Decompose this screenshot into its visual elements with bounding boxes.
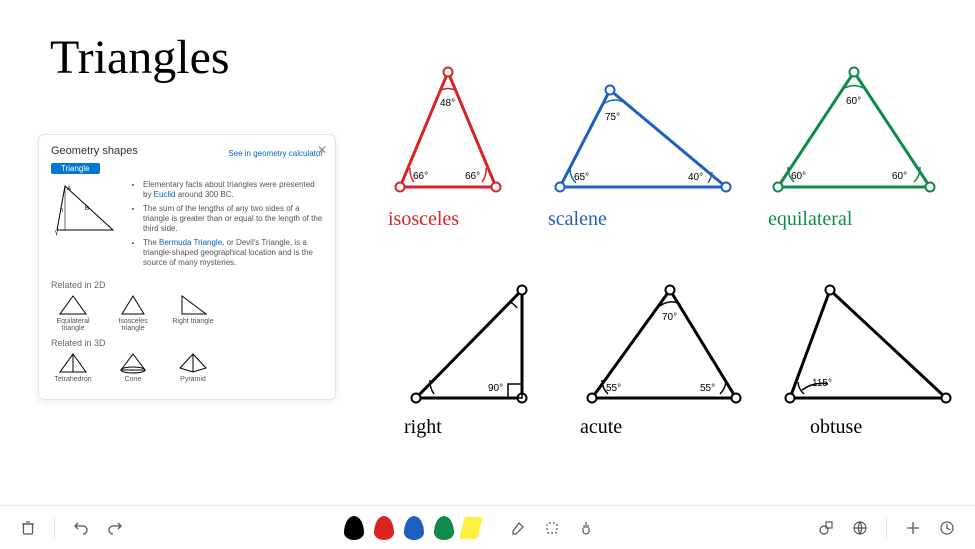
related-item[interactable]: Cone [111,352,155,383]
svg-text:55°: 55° [606,383,621,394]
shapes-icon[interactable] [812,514,840,542]
triangle-label: right [404,416,544,439]
pen-black[interactable] [344,516,364,540]
eraser-icon[interactable] [504,514,532,542]
apps-icon[interactable] [933,514,961,542]
svg-text:60°: 60° [892,171,907,182]
pen-highlighter[interactable] [459,517,482,539]
delete-icon[interactable] [14,514,42,542]
page-title: Triangles [50,30,230,85]
triangle-scalene: 75° 65° 40° scalene [548,80,738,231]
triangle-label: acute [580,416,748,439]
close-icon[interactable]: ✕ [317,143,327,157]
whiteboard-canvas[interactable]: Triangles ✕ Geometry shapes Triangle See… [0,0,975,549]
pen-green[interactable] [434,516,454,540]
pen-red[interactable] [374,516,394,540]
svg-text:70°: 70° [662,312,677,323]
related-item[interactable]: Equilateral triangle [51,294,95,332]
triangle-label: isosceles [388,208,508,231]
svg-text:48°: 48° [440,98,455,109]
redo-icon[interactable] [101,514,129,542]
related-item[interactable]: Right triangle [171,294,215,332]
triangle-right: 90° right [404,280,544,439]
calculator-link[interactable]: See in geometry calculator [228,149,323,158]
triangle-label: equilateral [768,208,940,231]
toolbar [0,505,975,549]
related-3d-label: Related in 3D [51,338,323,348]
undo-icon[interactable] [67,514,95,542]
pen-blue[interactable] [404,516,424,540]
svg-text:γ: γ [55,230,58,236]
triangle-acute: 70° 55° 55° acute [580,280,748,439]
svg-text:60°: 60° [791,171,806,182]
triangle-obtuse: 115° obtuse [780,280,956,439]
svg-text:A: A [67,186,71,192]
related-item[interactable]: Isosceles triangle [111,294,155,332]
fact-item: Elementary facts about triangles were pr… [143,180,323,200]
triangle-equilateral: 60° 60° 60° equilateral [768,62,940,231]
add-icon[interactable] [899,514,927,542]
svg-text:60°: 60° [846,96,861,107]
card-triangle-thumb: γ A B h [51,180,121,272]
triangle-label: scalene [548,208,738,231]
triangle-isosceles: 48° 66° 66° isosceles [388,62,508,231]
separator [886,517,887,539]
svg-text:115°: 115° [812,378,832,389]
facts-list: Elementary facts about triangles were pr… [129,180,323,272]
related-2d-row: Equilateral triangle Isosceles triangle … [51,294,323,332]
related-2d-label: Related in 2D [51,280,323,290]
svg-text:h: h [60,208,63,214]
triangle-label: obtuse [810,416,956,439]
info-card: ✕ Geometry shapes Triangle See in geomet… [38,134,336,400]
lasso-icon[interactable] [538,514,566,542]
fact-item: The sum of the lengths of any two sides … [143,204,323,234]
svg-text:66°: 66° [465,171,480,182]
topic-pill[interactable]: Triangle [51,163,100,174]
related-3d-row: Tetrahedron Cone Pyramid [51,352,323,383]
related-item[interactable]: Pyramid [171,352,215,383]
web-icon[interactable] [846,514,874,542]
fact-item: The Bermuda Triangle, or Devil's Triangl… [143,238,323,268]
svg-text:90°: 90° [488,383,503,394]
svg-text:B: B [85,206,89,212]
svg-text:75°: 75° [605,112,620,123]
svg-text:66°: 66° [413,171,428,182]
related-item[interactable]: Tetrahedron [51,352,95,383]
svg-text:65°: 65° [574,172,589,183]
svg-text:55°: 55° [700,383,715,394]
separator [54,517,55,539]
touch-icon[interactable] [572,514,600,542]
svg-text:40°: 40° [688,172,703,183]
